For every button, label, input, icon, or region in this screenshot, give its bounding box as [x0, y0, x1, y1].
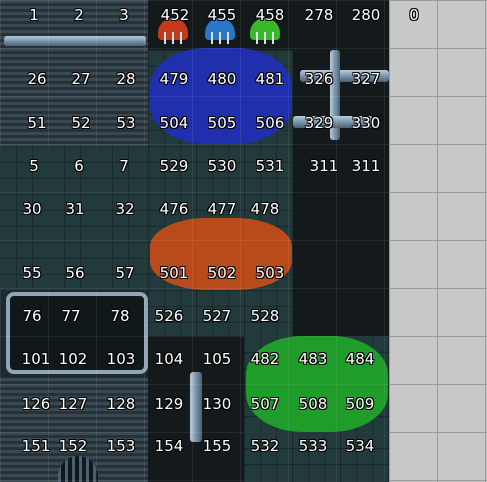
tile-index-label: 1: [29, 6, 39, 24]
tile-index-label: 154: [154, 437, 184, 455]
tile-index-label: 153: [106, 437, 136, 455]
tile-index-label: 501: [159, 264, 189, 282]
tile-index-label: 77: [61, 307, 81, 325]
tile-index-label: 479: [159, 70, 189, 88]
tile-index-label: 101: [21, 350, 51, 368]
tile-index-label: 455: [207, 6, 237, 24]
tile-index-label: 5: [29, 157, 39, 175]
tile-index-label: 504: [159, 114, 189, 132]
tile-index-label: 507: [250, 395, 280, 413]
tile-index-label: 327: [351, 70, 381, 88]
tile-index-label: 481: [255, 70, 285, 88]
tile-index-label: 104: [154, 350, 184, 368]
tile-index-label: 533: [298, 437, 328, 455]
tile-index-label: 32: [115, 200, 135, 218]
tile-index-label: 329: [304, 114, 334, 132]
tile-index-label: 53: [116, 114, 136, 132]
tile-index-label: 56: [65, 264, 85, 282]
tile-index-label: 130: [202, 395, 232, 413]
tile-index-label: 55: [22, 264, 42, 282]
tile-index-label: 151: [21, 437, 51, 455]
tile-index-label: 534: [345, 437, 375, 455]
tile-index-label: 31: [65, 200, 85, 218]
pipe-vertical: [190, 372, 202, 442]
tile-index-label: 478: [250, 200, 280, 218]
tile-index-label: 126: [21, 395, 51, 413]
tile-index-label: 311: [309, 157, 339, 175]
tile-index-label: 528: [250, 307, 280, 325]
tile-index-label: 155: [202, 437, 232, 455]
tile-index-label: 477: [207, 200, 237, 218]
tile-index-label: 532: [250, 437, 280, 455]
tile-index-label: 103: [106, 350, 136, 368]
tile-index-label: 102: [58, 350, 88, 368]
tile-index-label: 2: [74, 6, 84, 24]
tile-index-label: 482: [250, 350, 280, 368]
tile-index-label: 278: [304, 6, 334, 24]
tile-index-label: 326: [304, 70, 334, 88]
tile-index-label: 502: [207, 264, 237, 282]
tile-index-label: 6: [74, 157, 84, 175]
tile-index-label: 30: [22, 200, 42, 218]
tile-index-label: 530: [207, 157, 237, 175]
tile-index-label: 476: [159, 200, 189, 218]
tile-index-label: 330: [351, 114, 381, 132]
tile-index-label: 52: [71, 114, 91, 132]
tile-index-label: 7: [119, 157, 129, 175]
tile-index-label: 503: [255, 264, 285, 282]
pipe-horizontal: [4, 36, 146, 46]
tile-index-label: 458: [255, 6, 285, 24]
empty-canvas-area[interactable]: [389, 0, 487, 482]
tile-index-label: 129: [154, 395, 184, 413]
tile-index-label: 531: [255, 157, 285, 175]
tile-index-label: 78: [110, 307, 130, 325]
tile-index-label: 3: [119, 6, 129, 24]
tile-index-label: 506: [255, 114, 285, 132]
tile-index-label: 526: [154, 307, 184, 325]
tile-index-label: 105: [202, 350, 232, 368]
tile-index-label: 26: [27, 70, 47, 88]
tile-index-label: 311: [351, 157, 381, 175]
tile-index-label: 529: [159, 157, 189, 175]
tile-index-label: 152: [58, 437, 88, 455]
tile-index-label: 527: [202, 307, 232, 325]
tile-index-label: 128: [106, 395, 136, 413]
tile-index-label: 0: [409, 6, 419, 24]
tile-index-label: 127: [58, 395, 88, 413]
tile-index-label: 508: [298, 395, 328, 413]
tile-index-label: 484: [345, 350, 375, 368]
tile-index-label: 480: [207, 70, 237, 88]
tile-index-label: 505: [207, 114, 237, 132]
tile-index-label: 280: [351, 6, 381, 24]
tile-index-label: 452: [160, 6, 190, 24]
tile-index-label: 51: [27, 114, 47, 132]
tile-index-label: 27: [71, 70, 91, 88]
tile-index-label: 76: [22, 307, 42, 325]
tile-index-label: 28: [116, 70, 136, 88]
tileset-viewport[interactable]: 1 2 3 452 455 458 278 280 0 26 27 28 479 480 481 326 327…: [0, 0, 487, 482]
tile-index-label: 483: [298, 350, 328, 368]
tile-index-label: 509: [345, 395, 375, 413]
tile-index-label: 57: [115, 264, 135, 282]
